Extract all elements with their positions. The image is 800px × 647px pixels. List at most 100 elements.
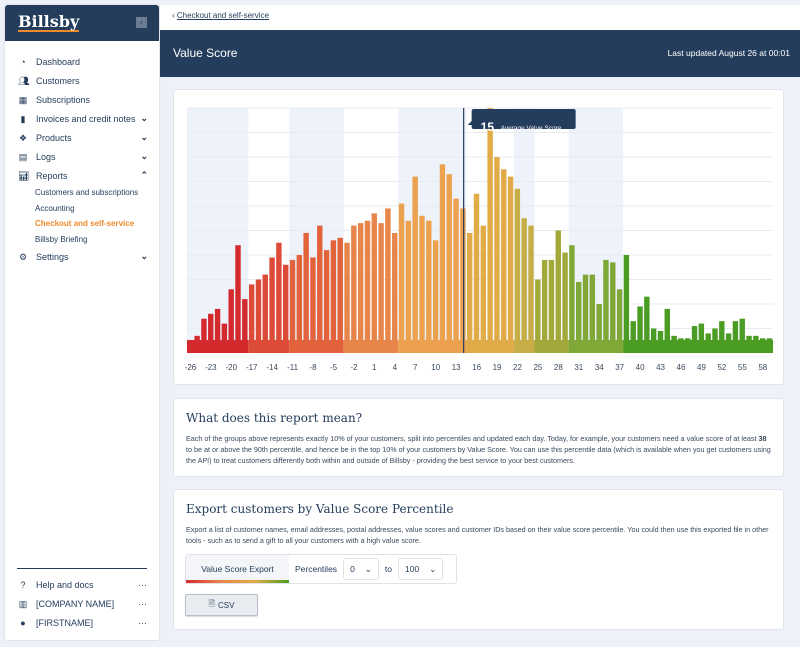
chevron-down-icon: ⌄ [364, 563, 372, 574]
bar [548, 259, 555, 353]
export-controls: Value Score Export Percentiles 0 ⌄ to 100… [185, 554, 457, 584]
more-icon[interactable]: ··· [138, 599, 147, 609]
x-tick-label: -17 [246, 363, 258, 372]
collapse-sidebar-icon[interactable]: ‹ [136, 17, 147, 28]
sidebar-item-label: Invoices and credit notes [36, 113, 136, 124]
bar [323, 250, 330, 353]
bar [623, 255, 630, 353]
chevron-down-icon[interactable]: ⌄ [140, 113, 148, 124]
boxes-icon: ❖ [18, 132, 28, 143]
csv-export-button[interactable]: 🗎︎ CSV [185, 594, 258, 616]
sidebar: Billsby ‹ ◔ Dashboard 👥︎ Customers ▦ Subscr… [5, 5, 159, 640]
bar [330, 240, 337, 353]
breadcrumb-back-link[interactable]: Checkout and self-service [177, 11, 269, 20]
report-explanation-card: What does this report mean? Each of the … [173, 398, 784, 477]
x-tick-label: 13 [452, 363, 461, 372]
bar [364, 220, 371, 353]
sidebar-subitem-accounting[interactable]: Accounting [5, 201, 159, 217]
billsby-logo[interactable]: Billsby [18, 13, 80, 32]
clipboard-icon: ▤ [18, 151, 28, 162]
bar [439, 164, 446, 353]
gears-icon: ⚙ [18, 251, 28, 262]
sidebar-item-settings[interactable]: ⚙ Settings ⌄ [5, 247, 159, 266]
user-icon: ● [20, 617, 26, 628]
bar [296, 255, 303, 353]
x-tick-label: 40 [636, 363, 645, 372]
sidebar-item-company[interactable]: ▥ [COMPANY NAME] ··· [5, 594, 159, 613]
percentile-from-value: 0 [350, 564, 355, 574]
calendar-icon: ▦ [18, 94, 28, 105]
more-icon[interactable]: ··· [138, 618, 147, 628]
gauge-icon: ◔ [20, 56, 26, 67]
sidebar-subitem-billsby-briefing[interactable]: Billsby Briefing [5, 232, 159, 248]
bar [528, 225, 534, 353]
sidebar-item-logs[interactable]: ▤ Logs ⌄ [5, 147, 159, 166]
chart-icon: 📊︎ [18, 170, 30, 181]
export-description: Export a list of customer names, email a… [186, 525, 769, 545]
bar [507, 176, 514, 353]
sidebar-item-label: Customers [36, 75, 80, 86]
report-explanation-text: Each of the groups above represents exac… [186, 434, 771, 465]
bar [480, 225, 487, 353]
bar [541, 259, 548, 353]
sidebar-item-reports[interactable]: 📊︎ Reports ⌃ [5, 166, 159, 185]
average-value: 15 [481, 120, 495, 134]
sidebar-item-subscriptions[interactable]: ▦ Subscriptions [5, 90, 159, 109]
bar [432, 240, 439, 353]
bar [282, 264, 289, 353]
building-icon: ▥ [18, 598, 28, 609]
percentile-to-select[interactable]: 100 ⌄ [398, 558, 444, 580]
chevron-up-icon[interactable]: ⌃ [140, 170, 148, 181]
bar [317, 225, 323, 353]
bar [610, 262, 616, 353]
sidebar-nav: ◔ Dashboard 👥︎ Customers ▦ Subscriptions ▮ I… [5, 52, 159, 266]
bar [569, 245, 575, 353]
bar [385, 208, 391, 353]
page-header: Value Score Last updated August 26 at 00… [160, 30, 800, 77]
percentile-base-strip [343, 340, 399, 353]
sidebar-item-label: Products [36, 132, 72, 143]
sidebar-item-dashboard[interactable]: ◔ Dashboard [5, 52, 159, 71]
sidebar-subitem-customers-subscriptions[interactable]: Customers and subscriptions [5, 185, 159, 201]
more-icon[interactable]: ··· [138, 580, 147, 590]
chevron-down-icon[interactable]: ⌄ [140, 132, 148, 143]
sidebar-item-label: [COMPANY NAME] [36, 598, 115, 609]
sidebar-header: Billsby ‹ [5, 5, 159, 41]
bar [514, 188, 521, 353]
bar [310, 257, 316, 353]
value-score-histogram: -26 -23 -20 -17 -14 -11 -8 -5 -2 1 4 7 10 13 16 19 22 25 2… [185, 107, 773, 372]
sidebar-bottom: ? Help and docs ··· ▥ [COMPANY NAME] ··· ● [F… [5, 568, 159, 632]
bar [235, 245, 241, 353]
x-tick-label: 55 [738, 363, 747, 372]
chevron-down-icon[interactable]: ⌄ [140, 251, 148, 262]
report-explanation-title: What does this report mean? [186, 411, 363, 425]
sidebar-item-user[interactable]: ● [FIRSTNAME] ··· [5, 613, 159, 632]
value-score-export-tab[interactable]: Value Score Export [186, 555, 289, 583]
bar [555, 230, 561, 353]
x-tick-label: 43 [656, 363, 665, 372]
breadcrumb: ‹ Checkout and self-service [160, 5, 800, 30]
sidebar-item-products[interactable]: ❖ Products ⌄ [5, 128, 159, 147]
bar [269, 257, 275, 353]
x-tick-label: 34 [595, 363, 604, 372]
sidebar-item-invoices[interactable]: ▮ Invoices and credit notes ⌄ [5, 109, 159, 128]
sidebar-subitem-checkout-self-service[interactable]: Checkout and self-service [5, 216, 159, 232]
users-icon: 👥︎ [18, 75, 30, 86]
bar [473, 193, 480, 353]
sidebar-item-help[interactable]: ? Help and docs ··· [5, 575, 159, 594]
bar [276, 242, 282, 353]
bar [371, 213, 377, 353]
bar [501, 169, 507, 353]
x-tick-label: 22 [513, 363, 522, 372]
x-tick-label: 52 [717, 363, 726, 372]
percentile-from-select[interactable]: 0 ⌄ [343, 558, 379, 580]
bar [603, 259, 609, 353]
x-tick-label: -26 [185, 363, 197, 372]
sidebar-item-label: Settings [36, 251, 69, 262]
sidebar-item-customers[interactable]: 👥︎ Customers [5, 71, 159, 90]
bar [426, 220, 432, 353]
percentile-to-value: 100 [405, 564, 420, 574]
chevron-down-icon[interactable]: ⌄ [140, 151, 148, 162]
bar [337, 237, 343, 353]
bar [398, 203, 405, 353]
